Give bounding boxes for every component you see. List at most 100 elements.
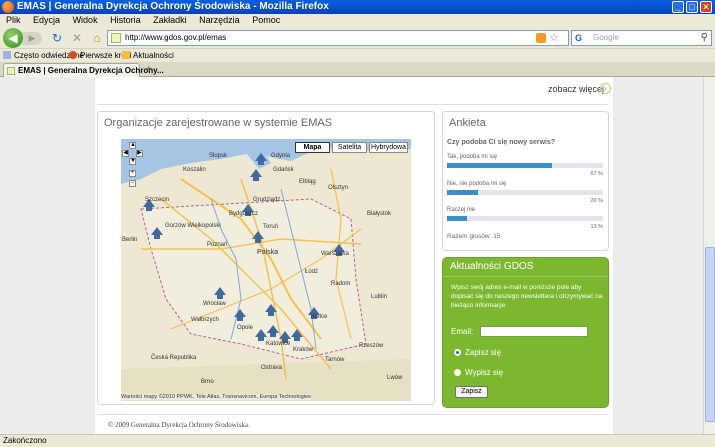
- status-text: Zakończono: [3, 436, 47, 445]
- forward-button[interactable]: ▶: [22, 32, 42, 45]
- newsletter-title: Aktualności GDOS: [450, 261, 534, 272]
- subscribe-radio[interactable]: [454, 349, 461, 356]
- poll-option-percent: 67 %: [590, 171, 603, 177]
- city-label: Česká Republika: [151, 355, 197, 361]
- city-label: Radom: [331, 281, 351, 287]
- unsubscribe-radio[interactable]: [454, 369, 461, 376]
- menu-help[interactable]: Pomoc: [252, 14, 280, 27]
- poll-title: Ankieta: [449, 117, 486, 129]
- footer-copyright: © 2009 Generalna Dyrekcja Ochrony Środow…: [108, 421, 250, 429]
- window-titlebar: EMAS | Generalna Dyrekcja Ochrony Środow…: [0, 0, 715, 14]
- reload-icon[interactable]: ↻: [50, 31, 64, 45]
- firefox-icon: [2, 1, 14, 13]
- rss-folder-icon: [122, 51, 130, 59]
- home-icon[interactable]: ⌂: [90, 31, 104, 45]
- city-label: Poznań: [207, 242, 228, 248]
- menu-edit[interactable]: Edycja: [33, 14, 60, 27]
- newsletter-divider: [443, 276, 608, 277]
- map-panel-title: Organizacje zarejestrowane w systemie EM…: [104, 117, 333, 129]
- menu-history[interactable]: Historia: [110, 14, 141, 27]
- city-label: Łódź: [305, 269, 319, 275]
- city-label: Brno: [201, 379, 214, 385]
- map-drawing: [121, 139, 411, 401]
- poll-bar-fill: [447, 216, 468, 221]
- bookmark-star-icon[interactable]: ☆: [549, 31, 559, 44]
- minimize-button[interactable]: _: [672, 1, 684, 13]
- city-label: Rzeszów: [359, 343, 384, 349]
- poll-option-label: Tak, podoba mi się: [447, 154, 498, 160]
- google-icon[interactable]: G: [575, 33, 585, 43]
- menu-file[interactable]: Plik: [6, 14, 21, 27]
- city-label: Białystok: [367, 211, 392, 217]
- emas-map[interactable]: Mapa Satelita Hybrydowa ▲ ◀ ▶ ▼ + − Gdyn…: [121, 139, 411, 401]
- status-bar: Zakończono: [0, 434, 715, 447]
- search-magnifier-icon[interactable]: ⚲: [701, 32, 708, 43]
- city-label: Kraków: [293, 347, 314, 353]
- rss-icon[interactable]: [536, 33, 546, 43]
- subscribe-option[interactable]: Zapisz się: [454, 348, 501, 357]
- pan-left-icon[interactable]: ◀: [122, 150, 129, 157]
- city-label: Elbląg: [299, 179, 316, 185]
- more-arrow-icon[interactable]: ›: [600, 83, 611, 94]
- bookmark-news[interactable]: Aktualności: [122, 51, 174, 60]
- url-bar[interactable]: http://www.gdos.gov.pl/emas ☆: [107, 30, 569, 46]
- city-label: Kielce: [311, 314, 328, 320]
- city-label: Słupsk: [209, 153, 228, 159]
- map-type-map[interactable]: Mapa: [295, 142, 330, 153]
- submit-button[interactable]: Zapisz: [455, 386, 488, 398]
- unsubscribe-option[interactable]: Wypisz się: [454, 368, 503, 377]
- poll-question: Czy podoba Ci się nowy serwis?: [447, 139, 556, 146]
- zoom-out-icon[interactable]: −: [129, 180, 136, 187]
- back-button[interactable]: ◀: [3, 28, 23, 48]
- poll-option-percent: 20 %: [590, 198, 603, 204]
- new-tab-button[interactable]: +: [146, 64, 152, 75]
- pan-up-icon[interactable]: ▲: [129, 142, 136, 149]
- city-label: Lwów: [387, 375, 403, 381]
- city-label: Gorzów Wielkopolski: [165, 223, 221, 229]
- menu-bookmarks[interactable]: Zakładki: [153, 14, 187, 27]
- city-label: Opole: [237, 325, 254, 331]
- poll-option-label: Nie, nie podoba mi się: [447, 181, 507, 187]
- pan-down-icon[interactable]: ▼: [129, 158, 136, 165]
- vertical-scrollbar[interactable]: [703, 77, 715, 434]
- poll-bar-fill: [447, 163, 552, 168]
- window-title: EMAS | Generalna Dyrekcja Ochrony Środow…: [17, 1, 329, 12]
- city-label: Olsztyn: [328, 185, 349, 191]
- newsletter-description: Wpisz swój adres e-mail w poniższe pole …: [451, 284, 603, 309]
- more-link[interactable]: zobacz więcej: [548, 84, 604, 94]
- city-label: Polska: [257, 249, 279, 256]
- city-label: Wałbrzych: [191, 317, 219, 323]
- city-label: Gdańsk: [273, 167, 294, 173]
- stop-icon[interactable]: ✕: [70, 31, 84, 45]
- city-label: Grudziądz: [253, 197, 281, 203]
- city-label: Lublin: [371, 294, 388, 300]
- scrollbar-thumb[interactable]: [705, 247, 715, 422]
- menu-tools[interactable]: Narzędzia: [199, 14, 240, 27]
- city-label: Ostrava: [261, 365, 283, 371]
- close-window-button[interactable]: ✕: [700, 1, 712, 13]
- poll-option-label: Raczej nie: [447, 207, 476, 213]
- email-field[interactable]: [480, 326, 588, 337]
- firefox-bookmark-icon: [69, 51, 77, 59]
- map-type-hybrid[interactable]: Hybrydowa: [369, 142, 408, 153]
- tab-emas[interactable]: EMAS | Generalna Dyrekcja Ochrony...: [3, 63, 164, 77]
- tab-strip: EMAS | Generalna Dyrekcja Ochrony... +: [0, 62, 715, 77]
- city-label: Bydgoszcz: [229, 211, 259, 217]
- poll-option-percent: 13 %: [590, 224, 603, 230]
- zoom-in-icon[interactable]: +: [129, 170, 136, 177]
- pan-right-icon[interactable]: ▶: [136, 150, 143, 157]
- city-label: Tarnów: [325, 357, 345, 363]
- map-type-satellite[interactable]: Satelita: [332, 142, 367, 153]
- divider: [97, 104, 608, 105]
- menu-view[interactable]: Widok: [73, 14, 98, 27]
- bookmarks-toolbar: Często odwiedzane Pierwsze kroki Aktualn…: [0, 49, 715, 62]
- city-label: Wrocław: [203, 301, 226, 307]
- url-text[interactable]: http://www.gdos.gov.pl/emas: [125, 33, 226, 42]
- city-label: Koszalin: [183, 167, 206, 173]
- poll-option-bar: [447, 216, 603, 221]
- search-placeholder[interactable]: Google: [593, 33, 619, 42]
- maximize-button[interactable]: □: [686, 1, 698, 13]
- search-bar[interactable]: G Google ⚲: [571, 30, 712, 46]
- city-label: Berlin: [122, 237, 138, 243]
- poll-option-bar: [447, 190, 603, 195]
